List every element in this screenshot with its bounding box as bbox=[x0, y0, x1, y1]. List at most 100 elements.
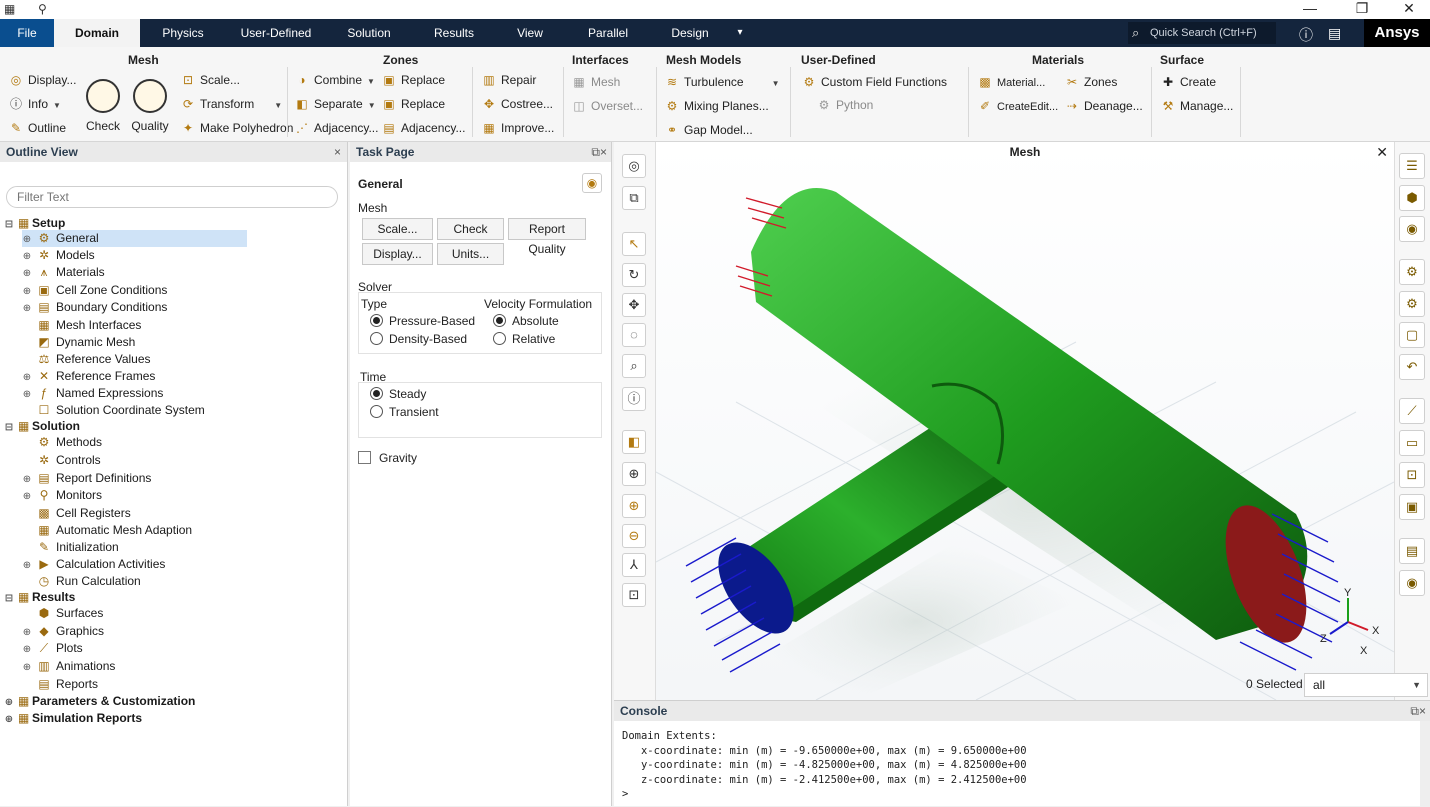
expand-icon[interactable]: ⊕ bbox=[22, 624, 32, 641]
zones-adjacency-2-button[interactable]: ▤ Adjacency... bbox=[381, 119, 465, 137]
expand-icon[interactable]: ⊕ bbox=[22, 283, 32, 300]
console-panel[interactable]: Console ⧉× Domain Extents: x-coordinate: … bbox=[614, 700, 1430, 807]
expand-icon[interactable]: ⊕ bbox=[22, 641, 32, 658]
tree-item-reports[interactable]: ▤ Reports bbox=[22, 676, 98, 693]
view-copy-icon[interactable]: ⧉ bbox=[622, 186, 646, 210]
tab-more-dropdown[interactable]: ▾ bbox=[728, 19, 752, 47]
tree-parameters-customization[interactable]: ⊕ ▦ Parameters & Customization bbox=[4, 693, 196, 710]
pressure-based-radio[interactable]: Pressure-Based bbox=[370, 314, 475, 328]
tab-parallel[interactable]: Parallel bbox=[564, 19, 652, 47]
tree-item-models[interactable]: ⊕ ✲ Models bbox=[22, 247, 95, 264]
expand-icon[interactable]: ⊕ bbox=[22, 300, 32, 317]
info-probe-icon[interactable]: ⓘ bbox=[622, 387, 646, 411]
gear-view-2-icon[interactable]: ⚙ bbox=[1399, 291, 1425, 317]
tree-item-mesh-interfaces[interactable]: ▦ Mesh Interfaces bbox=[22, 317, 141, 334]
transient-radio[interactable]: Transient bbox=[370, 405, 439, 419]
clipboard-icon[interactable]: ▤ bbox=[1399, 538, 1425, 564]
zoom-icon[interactable]: ⌕ bbox=[622, 354, 646, 378]
tab-view[interactable]: View bbox=[496, 19, 564, 47]
report-quality-button[interactable]: Report Quality bbox=[508, 218, 586, 256]
float-icon[interactable]: ⧉× bbox=[1410, 701, 1426, 721]
expand-icon[interactable]: ⊕ bbox=[22, 248, 32, 265]
zoom-box-icon[interactable]: ⊕ bbox=[622, 462, 646, 486]
collapse-icon[interactable]: ⊟ bbox=[4, 590, 14, 607]
tree-item-calculation-activities[interactable]: ⊕ ▶ Calculation Activities bbox=[22, 556, 166, 574]
target-view-icon[interactable]: ◉ bbox=[1399, 570, 1425, 596]
create-edit-button[interactable]: ✐ CreateEdit... bbox=[977, 97, 1058, 115]
mesh-transform-button[interactable]: ⟳ Transform ▼ bbox=[180, 95, 282, 113]
make-polyhedron-button[interactable]: ✦ Make Polyhedron bbox=[180, 119, 293, 137]
tree-item-graphics[interactable]: ⊕ ◆ Graphics bbox=[22, 623, 104, 640]
expand-icon[interactable]: ⊕ bbox=[22, 231, 32, 248]
quick-search-input[interactable]: ⌕ Quick Search (Ctrl+F) bbox=[1128, 22, 1276, 44]
tree-item-cell-zone-conditions[interactable]: ⊕ ▣ Cell Zone Conditions bbox=[22, 282, 168, 300]
units-button[interactable]: Units... bbox=[437, 243, 504, 265]
zoom-out-icon[interactable]: ⊖ bbox=[622, 524, 646, 548]
zones-separate-button[interactable]: ◧ Separate ▼ bbox=[294, 95, 375, 113]
mesh-check-button[interactable]: Check bbox=[84, 79, 122, 133]
collapse-icon[interactable]: ⊟ bbox=[4, 419, 14, 436]
close-icon[interactable]: ⧉× bbox=[591, 142, 607, 162]
steady-radio[interactable]: Steady bbox=[370, 387, 426, 401]
tree-item-cell-registers[interactable]: ▩ Cell Registers bbox=[22, 505, 130, 522]
export-icon[interactable]: ⊡ bbox=[1399, 462, 1425, 488]
mesh-outline-button[interactable]: ✎ Outline bbox=[8, 119, 66, 137]
pipe-icon[interactable]: ▭ bbox=[1399, 430, 1425, 456]
expand-icon[interactable]: ⊕ bbox=[22, 369, 32, 386]
axes-icon[interactable]: ⅄ bbox=[622, 553, 646, 577]
orbit-icon[interactable]: ◌ bbox=[622, 323, 646, 347]
lightbulb-icon[interactable]: ◉ bbox=[1399, 216, 1425, 242]
pointer-icon[interactable]: ↖ bbox=[622, 232, 646, 256]
interfaces-overset-button[interactable]: ◫ Overset... bbox=[571, 97, 643, 115]
tree-item-general[interactable]: ⊕ ⚙ General bbox=[22, 230, 247, 247]
tree-solution[interactable]: ⊟ ▦ Solution bbox=[4, 418, 80, 435]
zones-combine-button[interactable]: ◑ Combine ▼ bbox=[294, 71, 375, 89]
tree-results[interactable]: ⊟ ▦ Results bbox=[4, 589, 76, 607]
expand-icon[interactable]: ⊕ bbox=[22, 557, 32, 574]
expand-icon[interactable]: ⊕ bbox=[22, 488, 32, 505]
console-output[interactable]: Domain Extents: x-coordinate: min (m) = … bbox=[622, 729, 1027, 802]
tab-solution[interactable]: Solution bbox=[326, 19, 412, 47]
tab-results[interactable]: Results bbox=[412, 19, 496, 47]
tree-item-automatic-mesh-adaption[interactable]: ▦ Automatic Mesh Adaption bbox=[22, 522, 192, 539]
tree-item-controls[interactable]: ✲ Controls bbox=[22, 452, 101, 469]
tree-simulation-reports[interactable]: ⊕ ▦ Simulation Reports bbox=[4, 710, 142, 727]
rotate-icon[interactable]: ↻ bbox=[622, 263, 646, 287]
improve-button[interactable]: ▦ Improve... bbox=[481, 119, 554, 137]
undo-view-icon[interactable]: ↶ bbox=[1399, 354, 1425, 380]
pan-icon[interactable]: ✥ bbox=[622, 293, 646, 317]
turbulence-button[interactable]: ≋ Turbulence ▼ bbox=[664, 73, 780, 91]
expand-icon[interactable]: ⊕ bbox=[22, 659, 32, 676]
python-button[interactable]: ⚙ Python bbox=[816, 96, 874, 114]
lock-icon[interactable]: ⊡ bbox=[622, 583, 646, 607]
mixing-planes-button[interactable]: ⚙ Mixing Planes... bbox=[664, 97, 769, 115]
tab-user-defined[interactable]: User-Defined bbox=[226, 19, 326, 47]
gap-model-button[interactable]: ⚭ Gap Model... bbox=[664, 121, 753, 139]
tree-item-named-expressions[interactable]: ⊕ ƒ Named Expressions bbox=[22, 385, 164, 402]
surface-manage-button[interactable]: ⚒ Manage... bbox=[1160, 97, 1234, 115]
tree-item-surfaces[interactable]: ⬢ Surfaces bbox=[22, 605, 104, 622]
console-scrollbar[interactable] bbox=[1420, 721, 1430, 807]
scale-button[interactable]: Scale... bbox=[362, 218, 433, 240]
tree-item-initialization[interactable]: ✎ Initialization bbox=[22, 539, 119, 556]
mesh-scale-button[interactable]: ⊡ Scale... bbox=[180, 71, 240, 89]
check-button[interactable]: Check bbox=[437, 218, 504, 240]
selection-filter-dropdown[interactable]: all ▼ bbox=[1304, 673, 1428, 697]
custom-field-functions-button[interactable]: ⚙ Custom Field Functions bbox=[801, 73, 947, 91]
material-button[interactable]: ▩ Material... bbox=[977, 73, 1045, 91]
display-button[interactable]: Display... bbox=[362, 243, 433, 265]
gravity-checkbox[interactable]: Gravity bbox=[358, 451, 417, 465]
expand-icon[interactable]: ⊕ bbox=[22, 265, 32, 282]
cube-icon[interactable]: ⬢ bbox=[1399, 185, 1425, 211]
close-window-icon[interactable]: ✕ bbox=[1394, 0, 1424, 17]
interfaces-mesh-button[interactable]: ▦ Mesh bbox=[571, 73, 620, 91]
tree-item-run-calculation[interactable]: ◷ Run Calculation bbox=[22, 573, 141, 590]
minimize-icon[interactable]: — bbox=[1295, 0, 1325, 16]
tree-item-report-definitions[interactable]: ⊕ ▤ Report Definitions bbox=[22, 470, 152, 487]
tab-design[interactable]: Design bbox=[652, 19, 728, 47]
tree-item-methods[interactable]: ⚙ Methods bbox=[22, 434, 102, 451]
fit-window-icon[interactable]: ◧ bbox=[622, 430, 646, 454]
close-icon[interactable]: × bbox=[334, 142, 341, 162]
mesh-quality-button[interactable]: Quality bbox=[130, 79, 170, 133]
tree-item-monitors[interactable]: ⊕ ⚲ Monitors bbox=[22, 487, 102, 504]
